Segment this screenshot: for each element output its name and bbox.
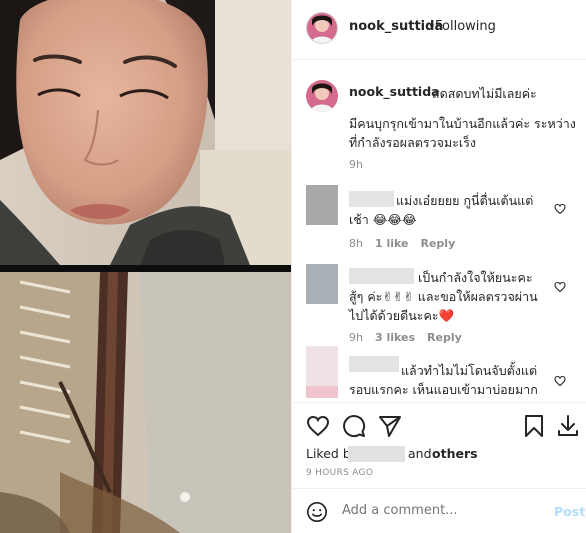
comment-likes[interactable]: 1 like <box>375 237 409 250</box>
post-sidebar: nook_suttida • Following nook_suttida สด… <box>291 0 586 533</box>
comment-avatar[interactable] <box>306 264 338 304</box>
bookmark-icon[interactable] <box>522 414 546 438</box>
liked-and: and <box>408 446 432 461</box>
caption-avatar[interactable] <box>306 80 338 112</box>
comment-input[interactable] <box>342 503 532 518</box>
collage-divider <box>0 265 291 272</box>
comment-text: เป็นกำลังใจให้ยนะคะ สู้ๆ ค่ะ✌✌✌ และขอให้… <box>349 270 538 323</box>
comment-avatar[interactable] <box>306 185 338 225</box>
caption-time[interactable]: 9h <box>349 158 363 171</box>
avatar-ring <box>306 12 338 44</box>
comment-text: แม่งเอ๋ยยยย กูนี่ตื่นเต้นแต่เช้า 😂😂😂 <box>349 193 534 227</box>
comment-time[interactable]: 8h <box>349 237 363 250</box>
download-icon[interactable] <box>556 414 580 438</box>
reply-button[interactable]: Reply <box>427 331 462 344</box>
heart-icon[interactable] <box>306 414 330 438</box>
follow-status[interactable]: Following <box>435 19 496 34</box>
add-comment-bar: Post <box>292 488 586 533</box>
comment-like-heart-icon[interactable] <box>554 200 566 215</box>
comment-item: แล้วทำไมไม่โดนจับตั้งแต่รอบแรกคะ เห็นแอบ… <box>292 344 586 400</box>
comment-bubble-icon[interactable] <box>342 414 366 438</box>
comment-time[interactable]: 9h <box>349 331 363 344</box>
post-button[interactable]: Post <box>554 504 585 519</box>
comment-text: แล้วทำไมไม่โดนจับตั้งแต่รอบแรกคะ เห็นแอบ… <box>349 363 538 397</box>
post-timestamp[interactable]: 9 HOURS AGO <box>306 468 373 478</box>
comment-meta: 9h 3 likes Reply <box>349 331 474 344</box>
liked-others-link[interactable]: others <box>432 446 478 461</box>
comment-like-heart-icon[interactable] <box>554 372 566 387</box>
smiley-icon[interactable] <box>306 501 328 523</box>
post-photo-fence <box>0 272 291 533</box>
post-photo-face <box>0 0 291 265</box>
comment-avatar-strip <box>306 386 338 398</box>
comment-like-heart-icon[interactable] <box>554 278 566 293</box>
comment-likes[interactable]: 3 likes <box>375 331 415 344</box>
caption-text-line1: สดสดบทไม่มีเลยค่ะ <box>432 86 537 101</box>
reply-button[interactable]: Reply <box>421 237 456 250</box>
comment-meta: 8h 1 like Reply <box>349 237 467 250</box>
caption-text-line2: มีคนบุกรุกเข้ามาในบ้านอีกแล้วค่ะ ระหว่าง… <box>349 116 576 150</box>
caption-username[interactable]: nook_suttida <box>349 84 440 99</box>
paper-plane-icon[interactable] <box>378 414 402 438</box>
post-media[interactable] <box>0 0 291 533</box>
post-header: nook_suttida • Following <box>292 0 586 60</box>
redacted-liker <box>348 446 405 462</box>
